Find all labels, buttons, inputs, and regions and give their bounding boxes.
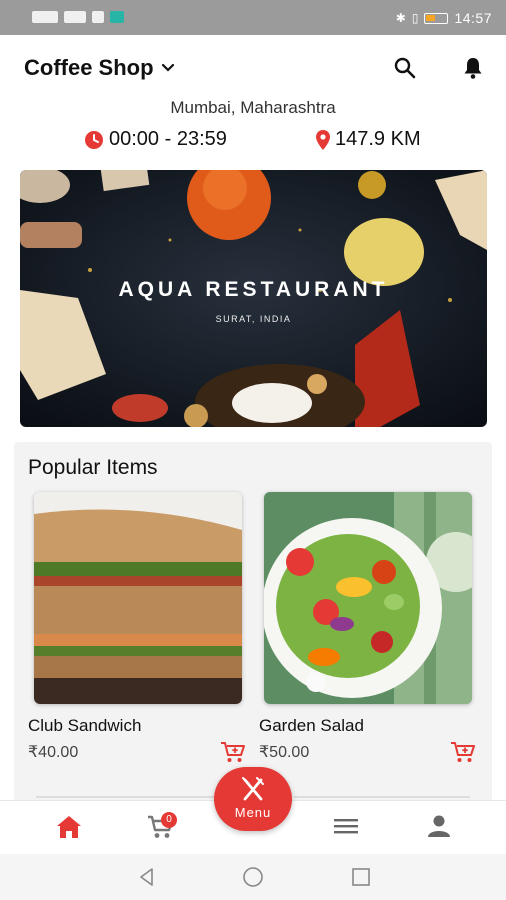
shop-selector[interactable]: Coffee Shop (24, 55, 176, 81)
banner-subtitle: SURAT, INDIA (215, 314, 292, 324)
item-price: ₹50.00 (259, 744, 310, 761)
restaurant-banner[interactable]: AQUA RESTAURANT SURAT, INDIA (20, 170, 487, 427)
item-name: Garden Salad (259, 716, 364, 735)
menu-label: Menu (234, 805, 272, 820)
chevron-down-icon (161, 63, 174, 72)
status-icons-left (32, 11, 124, 23)
system-navigation-bar (0, 854, 506, 900)
status-icons-right: ✱ ▯ 14:57 (396, 10, 492, 26)
home-circle-icon[interactable] (242, 866, 264, 888)
profile-icon[interactable] (424, 812, 454, 842)
location-pin-icon (316, 129, 330, 150)
app-notification-icon (110, 11, 124, 23)
section-title: Popular Items (28, 456, 158, 479)
store-location: Mumbai, Maharashtra (170, 98, 336, 117)
garden-salad-image[interactable] (264, 492, 472, 704)
shop-name: Coffee Shop (24, 55, 154, 80)
fork-knife-icon (242, 777, 264, 801)
clock-icon (85, 130, 103, 149)
signal-icon (64, 11, 86, 23)
app-header: Coffee Shop (0, 35, 506, 99)
divider (294, 796, 470, 798)
bluetooth-icon: ✱ (395, 11, 406, 25)
status-bar: ✱ ▯ 14:57 (0, 0, 506, 35)
signal2-icon (92, 11, 104, 23)
recent-apps-icon[interactable] (350, 866, 372, 888)
battery-icon (424, 12, 449, 24)
salad-photo (264, 492, 472, 704)
vibrate-icon: ▯ (411, 11, 419, 25)
back-icon[interactable] (136, 866, 158, 888)
notification-bell-icon[interactable] (460, 55, 486, 81)
item-name: Club Sandwich (28, 716, 142, 735)
search-icon[interactable] (392, 55, 418, 81)
distance-text: 147.9 KM (335, 128, 421, 150)
sandwich-photo (34, 492, 242, 704)
app-screen: ✱ ▯ 14:57 Coffee Shop Mumbai, Maharashtr… (0, 0, 506, 900)
divider (36, 796, 216, 798)
add-to-cart-icon[interactable] (220, 740, 246, 764)
club-sandwich-image[interactable] (34, 492, 242, 704)
banner-title: AQUA RESTAURANT (118, 278, 389, 301)
sim-icon (32, 11, 58, 23)
item-price: ₹40.00 (28, 744, 79, 761)
menu-button[interactable]: Menu (214, 767, 292, 831)
popular-items-section: Popular Items Club Sandwich ₹40.00 Garde… (14, 442, 492, 812)
hours-text: 00:00 - 23:59 (109, 128, 227, 150)
distance: 147.9 KM (316, 128, 421, 151)
list-icon[interactable] (331, 812, 361, 842)
cart-count-badge: 0 (161, 812, 177, 828)
opening-hours: 00:00 - 23:59 (84, 128, 227, 151)
status-time: 14:57 (454, 10, 492, 26)
add-to-cart-icon[interactable] (450, 740, 476, 764)
home-icon[interactable] (54, 812, 84, 842)
